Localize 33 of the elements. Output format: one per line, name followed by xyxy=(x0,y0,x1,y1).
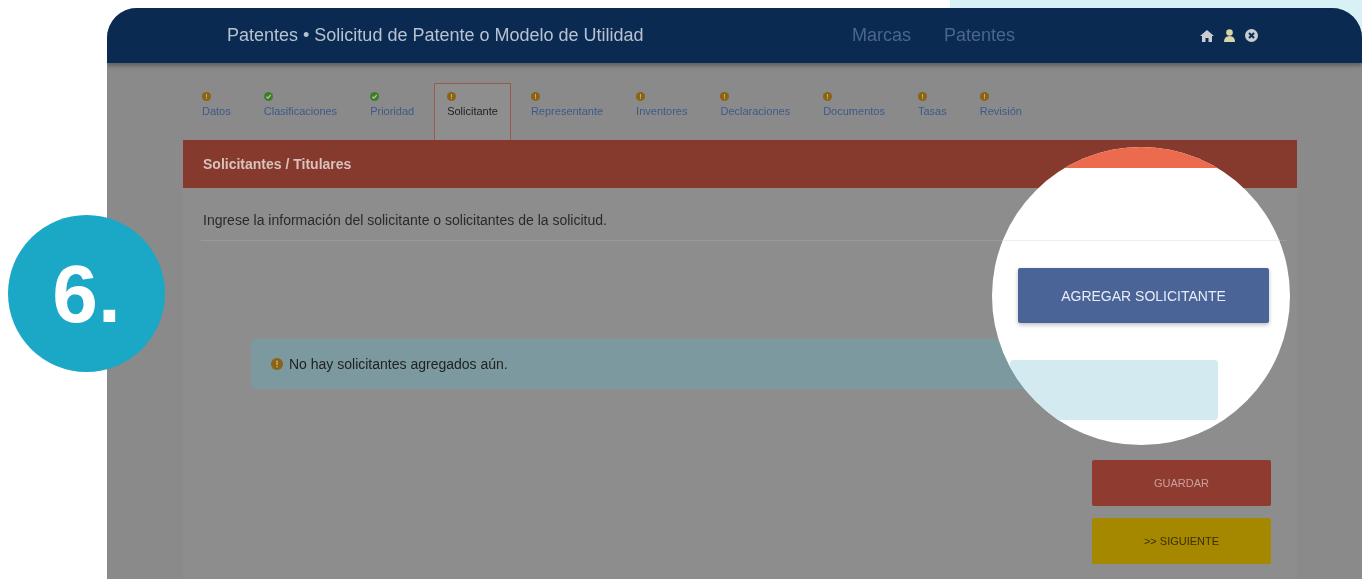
warning-icon xyxy=(447,92,457,101)
step-tab[interactable]: Declaraciones xyxy=(707,83,804,140)
close-icon[interactable] xyxy=(1245,29,1258,42)
step-tab[interactable]: Prioridad xyxy=(357,83,428,140)
alert-text: No hay solicitantes agregados aún. xyxy=(289,356,508,372)
add-applicant-button[interactable]: AGREGAR SOLICITANTE xyxy=(1018,268,1269,323)
nav-link[interactable]: Patentes xyxy=(944,25,1016,46)
warning-icon xyxy=(202,92,211,101)
next-button[interactable]: >> SIGUIENTE xyxy=(1092,518,1271,564)
user-icon[interactable] xyxy=(1224,29,1235,42)
app-title: Patentes • Solicitud de Patente o Modelo de Utilidad xyxy=(227,25,645,46)
intro-text: Ingrese la información del solicitante o solicitantes de la solicitud. xyxy=(202,211,608,228)
step-tab[interactable]: Clasificaciones xyxy=(250,83,351,140)
step-tab[interactable]: Solicitante xyxy=(434,83,511,140)
warning-icon xyxy=(979,92,989,101)
check-icon xyxy=(370,92,380,101)
warning-icon xyxy=(636,92,646,101)
step-tab[interactable]: Documentos xyxy=(810,83,898,140)
step-tab[interactable]: Inventores xyxy=(623,83,701,140)
warning-icon xyxy=(823,92,833,101)
nav-link[interactable]: Marcas xyxy=(852,25,911,46)
step-tab[interactable]: Tasas xyxy=(904,83,960,140)
check-icon xyxy=(263,92,273,101)
panel-title: Solicitantes / Titulares xyxy=(203,156,352,172)
home-icon[interactable] xyxy=(1200,29,1214,42)
warning-icon xyxy=(917,92,927,101)
warning-icon xyxy=(530,92,540,101)
warning-icon xyxy=(720,92,730,101)
step-tab[interactable]: Datos xyxy=(189,83,244,140)
step-tab[interactable]: Representante xyxy=(517,83,617,140)
warning-icon xyxy=(271,358,283,370)
step-tab[interactable]: Revisión xyxy=(966,83,1035,140)
save-button[interactable]: GUARDAR xyxy=(1092,460,1271,506)
